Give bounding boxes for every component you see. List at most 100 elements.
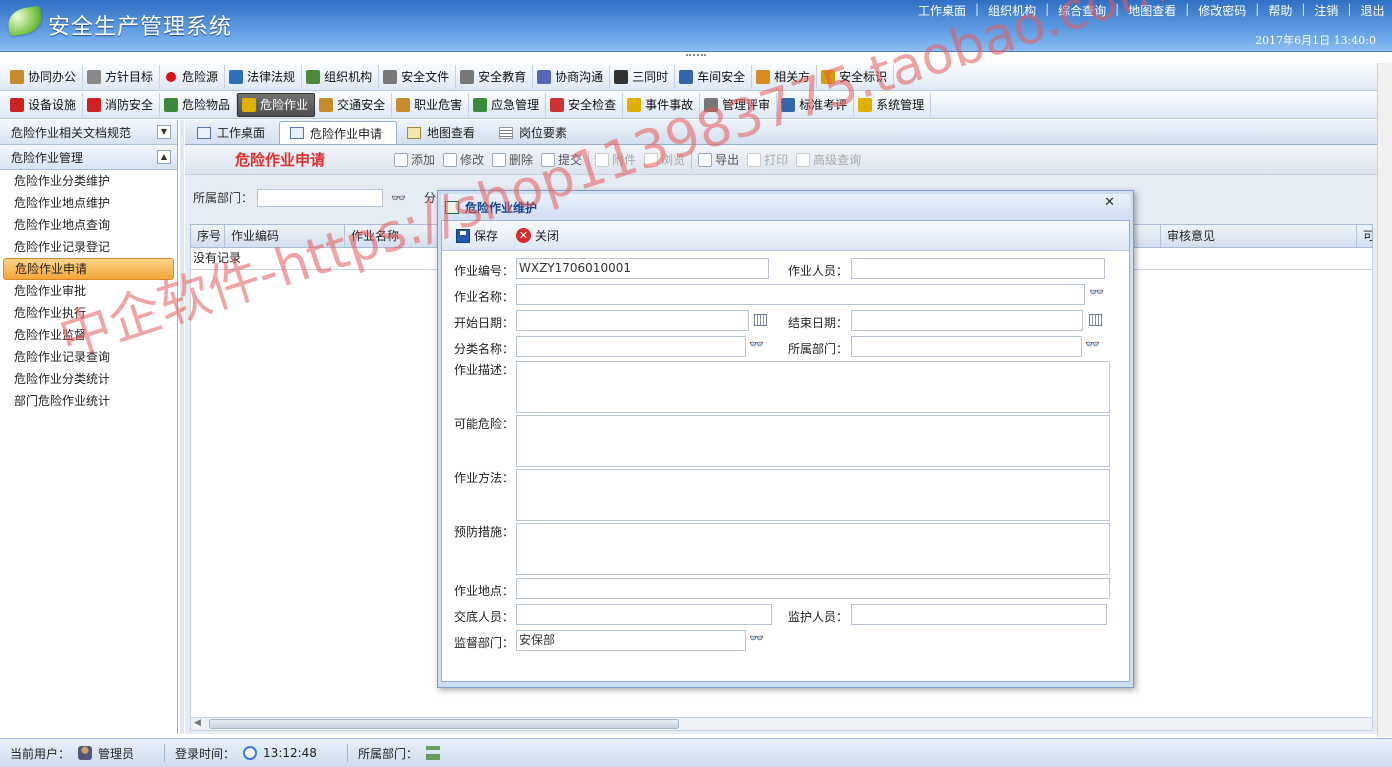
calendar-icon[interactable]	[754, 314, 767, 326]
module-row2-item-11[interactable]: 系统管理	[854, 92, 932, 117]
module-row1-item-10[interactable]: 相关方	[752, 64, 818, 89]
module-row2-item-9[interactable]: 管理评审	[700, 92, 778, 117]
dialog-title-bar[interactable]: 危险作业维护	[441, 194, 1130, 220]
sidebar-item[interactable]: 危险作业分类统计	[3, 368, 174, 390]
toolbar-button-label: 删除	[509, 153, 534, 167]
sidebar-section-manage[interactable]: 危险作业管理 ▲	[0, 145, 177, 170]
binoculars-icon[interactable]: 👓	[1089, 285, 1104, 299]
module-row1-item-2[interactable]: 危险源	[160, 64, 226, 89]
close-icon[interactable]: ✕	[1104, 195, 1115, 210]
sidebar-item[interactable]: 危险作业地点查询	[3, 214, 174, 236]
save-button[interactable]: 保存	[456, 227, 498, 244]
module-label: 安全标识	[839, 70, 888, 84]
module-row2-item-4[interactable]: 交通安全	[315, 92, 393, 117]
top-link-help[interactable]: 帮助	[1259, 2, 1301, 19]
method-textarea[interactable]	[516, 469, 1110, 521]
module-row1-item-4[interactable]: 组织机构	[302, 64, 380, 89]
sidebar-splitter[interactable]	[180, 120, 184, 734]
add-button[interactable]: 添加	[390, 151, 439, 168]
end-date-field[interactable]	[851, 310, 1083, 331]
calendar-icon[interactable]	[1089, 314, 1102, 326]
delete-button[interactable]: 删除	[488, 151, 537, 168]
guard-field[interactable]	[851, 604, 1107, 625]
sidebar-item[interactable]: 危险作业执行	[3, 302, 174, 324]
sidebar-item[interactable]: 危险作业申请	[3, 258, 174, 280]
name-field[interactable]	[516, 284, 1085, 305]
tab-post-elements[interactable]: 岗位要素	[489, 121, 581, 144]
tab-hazard-application[interactable]: 危险作业申请	[279, 121, 398, 144]
module-row1-item-3[interactable]: 法律法规	[225, 64, 303, 89]
top-link-exit[interactable]: 退出	[1351, 2, 1392, 19]
module-row2-item-0[interactable]: 设备设施	[6, 92, 84, 117]
prevention-textarea[interactable]	[516, 523, 1110, 575]
module-row1-item-8[interactable]: 三同时	[610, 64, 676, 89]
module-row1-item-5[interactable]: 安全文件	[379, 64, 457, 89]
handover-field[interactable]	[516, 604, 772, 625]
top-link-desktop[interactable]: 工作桌面	[918, 2, 975, 19]
module-row2-item-6[interactable]: 应急管理	[469, 92, 547, 117]
binoculars-icon[interactable]: 👓	[1085, 337, 1100, 351]
module-row1-item-7[interactable]: 协商沟通	[533, 64, 611, 89]
module-row1-item-1[interactable]: 方针目标	[83, 64, 161, 89]
sidebar-item[interactable]: 危险作业记录查询	[3, 346, 174, 368]
header-collapse-grip[interactable]	[686, 54, 706, 58]
sidebar-item[interactable]: 危险作业地点维护	[3, 192, 174, 214]
code-field[interactable]: WXZY1706010001	[516, 258, 769, 279]
column-header-more[interactable]: 可	[1357, 225, 1372, 247]
category-field[interactable]	[516, 336, 746, 357]
sidebar-item[interactable]: 危险作业审批	[3, 280, 174, 302]
attachment-button[interactable]: 附件	[591, 151, 640, 168]
browse-button[interactable]: 浏览	[640, 151, 689, 168]
top-link-org[interactable]: 组织机构	[979, 2, 1045, 19]
module-row1-item-11[interactable]: 安全标识	[817, 64, 895, 89]
print-button[interactable]: 打印	[743, 151, 792, 168]
module-row2-item-8[interactable]: 事件事故	[623, 92, 701, 117]
module-row2-item-2[interactable]: 危险物品	[160, 92, 238, 117]
page-toolbar: 危险作业申请 添加 修改 删除 提交 附件 浏览 导出 打印 高级查询	[185, 145, 1377, 175]
filter-dept-input[interactable]	[257, 188, 384, 207]
module-row1-item-6[interactable]: 安全教育	[456, 64, 534, 89]
horizontal-scrollbar[interactable]: ◀	[190, 717, 1373, 731]
dept-field[interactable]	[851, 336, 1082, 357]
place-field[interactable]	[516, 578, 1110, 599]
sidebar-section-docs[interactable]: 危险作业相关文档规范 ▼	[0, 120, 177, 145]
sidebar-item[interactable]: 部门危险作业统计	[3, 390, 174, 412]
module-row2-item-10[interactable]: 标准考评	[777, 92, 855, 117]
binoculars-icon[interactable]: 👓	[749, 631, 764, 645]
column-header-index[interactable]: 序号	[191, 225, 225, 247]
column-header-review[interactable]: 审核意见	[1161, 225, 1357, 247]
query-button[interactable]: 高级查询	[792, 151, 865, 168]
module-row2-item-5[interactable]: 职业危害	[392, 92, 470, 117]
binoculars-icon[interactable]: 👓	[749, 337, 764, 351]
export-button[interactable]: 导出	[694, 151, 743, 168]
sidebar-item[interactable]: 危险作业监督	[3, 324, 174, 346]
worker-field[interactable]	[851, 258, 1105, 279]
binoculars-icon[interactable]: 👓	[391, 191, 406, 205]
sidebar-item[interactable]: 危险作业分类维护	[3, 170, 174, 192]
description-textarea[interactable]	[516, 361, 1110, 413]
chevron-up-icon[interactable]: ▲	[157, 150, 171, 164]
module-row1-item-9[interactable]: 车间安全	[675, 64, 753, 89]
supervise-dept-field[interactable]: 安保部	[516, 630, 746, 651]
top-link-password[interactable]: 修改密码	[1189, 2, 1255, 19]
top-link-map[interactable]: 地图查看	[1119, 2, 1185, 19]
sidebar-item[interactable]: 危险作业记录登记	[3, 236, 174, 258]
module-row1-item-0[interactable]: 协同办公	[6, 64, 84, 89]
start-date-field[interactable]	[516, 310, 749, 331]
tab-map[interactable]: 地图查看	[397, 121, 489, 144]
scroll-left-icon[interactable]: ◀	[194, 718, 201, 728]
edit-button[interactable]: 修改	[439, 151, 488, 168]
module-row2-item-7[interactable]: 安全检查	[546, 92, 624, 117]
tab-desktop[interactable]: 工作桌面	[187, 121, 279, 144]
top-link-query[interactable]: 综合查询	[1049, 2, 1115, 19]
chevron-down-icon[interactable]: ▼	[157, 125, 171, 139]
module-row2-item-1[interactable]: 消防安全	[83, 92, 161, 117]
top-link-logout[interactable]: 注销	[1305, 2, 1347, 19]
risk-textarea[interactable]	[516, 415, 1110, 467]
check-button[interactable]: 提交	[537, 151, 586, 168]
vertical-scrollbar[interactable]	[1377, 63, 1392, 737]
scroll-thumb[interactable]	[209, 719, 679, 729]
column-header-code[interactable]: 作业编码	[225, 225, 345, 247]
module-row2-item-3[interactable]: 危险作业	[237, 92, 316, 117]
close-button[interactable]: ✕ 关闭	[516, 227, 559, 244]
